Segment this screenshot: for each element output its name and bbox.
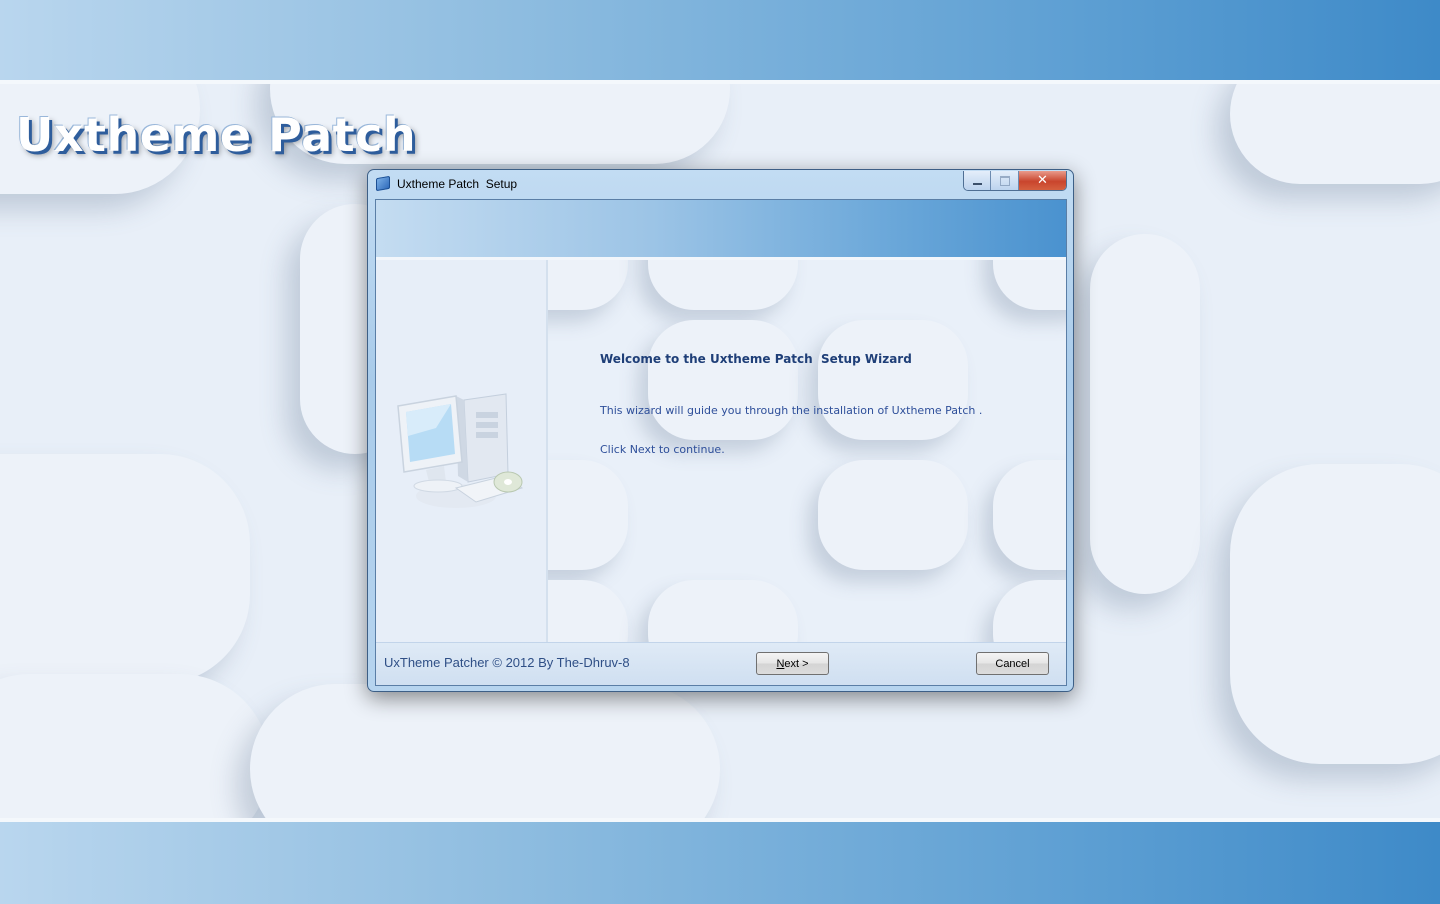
- intro-text: This wizard will guide you through the i…: [600, 404, 983, 417]
- close-button[interactable]: ✕: [1019, 171, 1066, 190]
- computer-with-disc-icon: [397, 393, 524, 508]
- caption-buttons: ✕: [963, 171, 1067, 191]
- next-label: ext >: [784, 657, 809, 670]
- wizard-header-banner: [376, 200, 1066, 260]
- minimize-button[interactable]: [964, 171, 991, 190]
- window-titlebar[interactable]: Uxtheme Patch Setup ✕: [368, 170, 1073, 198]
- wizard-side-panel: [376, 260, 548, 642]
- next-button[interactable]: Next >: [756, 652, 829, 675]
- setup-app-icon: [376, 175, 390, 192]
- desktop-bottom-band: [0, 818, 1440, 904]
- welcome-heading: Welcome to the Uxtheme Patch Setup Wizar…: [600, 352, 912, 366]
- minimize-icon: [972, 182, 982, 185]
- desktop-top-band: [0, 0, 1440, 84]
- continue-hint: Click Next to continue.: [600, 443, 725, 456]
- copyright-text: UxTheme Patcher © 2012 By The-Dhruv-8: [384, 655, 630, 670]
- cancel-button[interactable]: Cancel: [976, 652, 1049, 675]
- next-mnemonic: N: [776, 657, 785, 670]
- wizard-client-area: Welcome to the Uxtheme Patch Setup Wizar…: [375, 199, 1067, 686]
- window-title: Uxtheme Patch Setup: [397, 177, 518, 191]
- maximize-icon: [999, 175, 1010, 186]
- close-icon: ✕: [1037, 173, 1048, 188]
- wizard-footer: UxTheme Patcher © 2012 By The-Dhruv-8 Ne…: [376, 642, 1066, 685]
- brand-title: Uxtheme Patch: [16, 108, 417, 162]
- setup-window: Uxtheme Patch Setup ✕ Welcome to the Uxt…: [367, 169, 1074, 692]
- wizard-content: Welcome to the Uxtheme Patch Setup Wizar…: [548, 260, 1066, 642]
- maximize-button[interactable]: [991, 171, 1019, 190]
